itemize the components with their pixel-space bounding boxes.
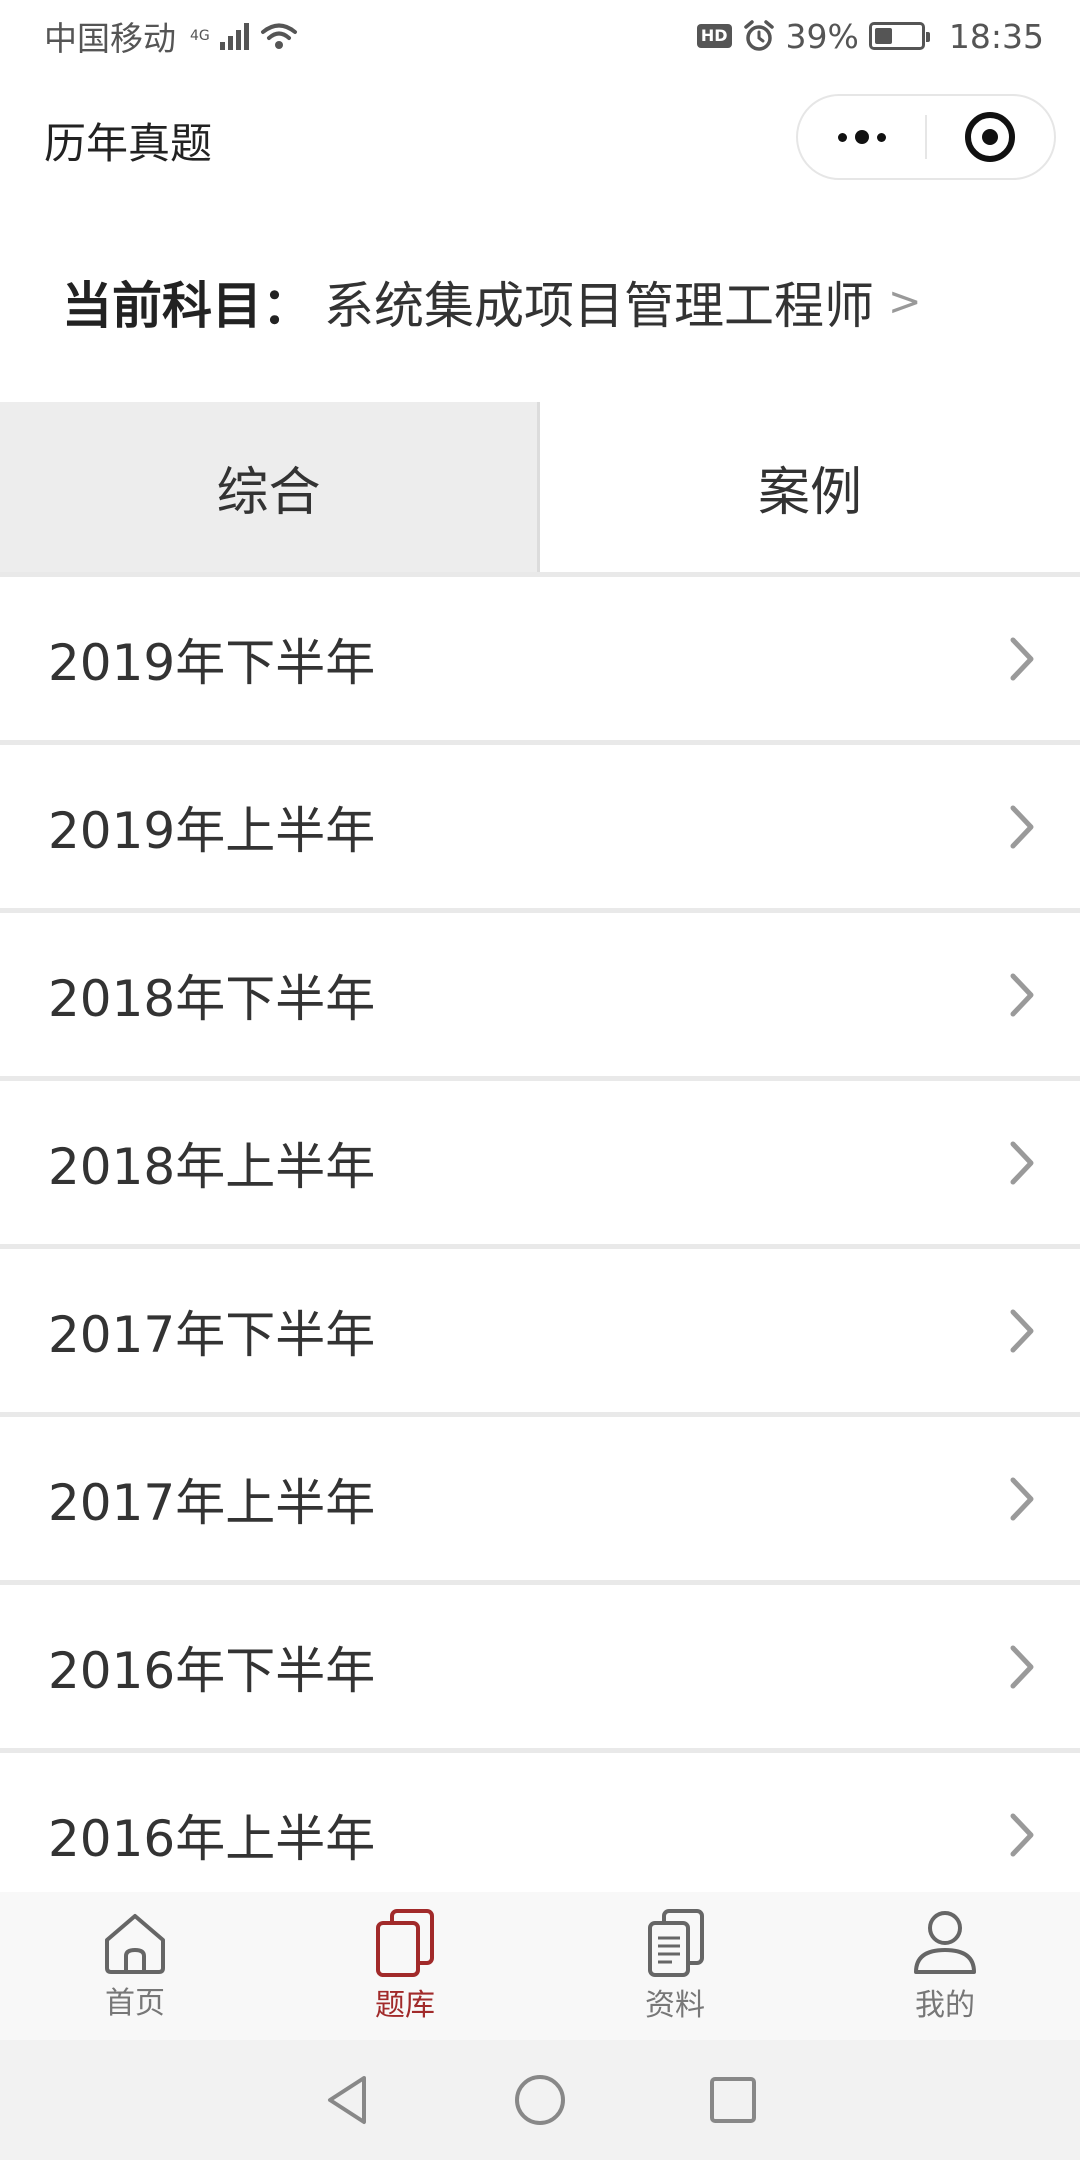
system-navigation-bar <box>0 2040 1080 2160</box>
chevron-right-icon <box>1002 1471 1042 1527</box>
list-item[interactable]: 2016年下半年 <box>0 1580 1080 1748</box>
list-item[interactable]: 2019年上半年 <box>0 740 1080 908</box>
alarm-icon <box>743 20 774 51</box>
mini-program-capsule <box>796 94 1056 180</box>
list-item-label: 2017年上半年 <box>48 1473 376 1532</box>
exam-list: 2019年下半年 2019年上半年 2018年下半年 2018年上半年 2017年下半年… <box>0 572 1080 1916</box>
list-item-label: 2019年上半年 <box>48 801 376 860</box>
tabbar-label: 资料 <box>645 1988 705 2023</box>
chevron-right-icon <box>1002 631 1042 687</box>
chevron-right-icon <box>1002 1303 1042 1359</box>
tab-case-study[interactable]: 案例 <box>540 402 1080 572</box>
status-bar: 中国移动 4G HD 39% 18:35 <box>0 0 1080 72</box>
exam-type-tabs: 综合 案例 <box>0 402 1080 572</box>
list-item[interactable]: 2018年上半年 <box>0 1076 1080 1244</box>
carrier-name: 中国移动 <box>44 19 176 58</box>
target-icon <box>965 112 1016 162</box>
documents-icon <box>648 1909 704 1977</box>
list-item[interactable]: 2017年上半年 <box>0 1412 1080 1580</box>
subject-label: 当前科目： <box>62 277 312 335</box>
wifi-icon <box>260 23 297 49</box>
network-type: 4G <box>190 28 210 44</box>
battery-icon <box>868 22 930 50</box>
tabbar-label: 题库 <box>375 1988 435 2023</box>
back-icon[interactable] <box>322 2072 372 2128</box>
tabbar-item-home[interactable]: 首页 <box>0 1892 270 2040</box>
subject-value: 系统集成项目管理工程师 <box>324 277 874 335</box>
list-item-label: 2018年上半年 <box>48 1137 376 1196</box>
list-item[interactable]: 2019年下半年 <box>0 572 1080 740</box>
subject-selector[interactable]: 当前科目： 系统集成项目管理工程师 > <box>62 262 922 342</box>
battery-fill <box>874 28 893 44</box>
list-item-label: 2017年下半年 <box>48 1305 376 1364</box>
navigation-bar: 历年真题 <box>0 72 1080 208</box>
user-icon <box>914 1911 976 1974</box>
list-item-label: 2018年下半年 <box>48 969 376 1028</box>
list-item[interactable]: 2018年下半年 <box>0 908 1080 1076</box>
home-circle-icon[interactable] <box>512 2072 568 2128</box>
chevron-right-icon <box>1002 1135 1042 1191</box>
chevron-right-icon <box>1002 967 1042 1023</box>
hd-badge: HD <box>696 24 732 48</box>
battery-percent: 39% <box>785 16 859 56</box>
tabbar-label: 首页 <box>105 1986 165 2021</box>
status-left: 中国移动 4G <box>44 12 299 60</box>
question-bank-icon <box>376 1909 434 1977</box>
tabbar-item-mine[interactable]: 我的 <box>810 1892 1080 2040</box>
tabbar-item-documents[interactable]: 资料 <box>540 1892 810 2040</box>
page-title: 历年真题 <box>44 118 213 168</box>
chevron-right-icon <box>1002 1807 1042 1863</box>
list-item[interactable]: 2017年下半年 <box>0 1244 1080 1412</box>
recent-apps-icon[interactable] <box>708 2075 758 2125</box>
close-mini-program-button[interactable] <box>927 96 1054 178</box>
list-item-label: 2016年上半年 <box>48 1809 376 1868</box>
more-button[interactable] <box>798 96 925 178</box>
clock: 18:35 <box>948 16 1044 56</box>
more-dots-icon <box>837 130 886 144</box>
bottom-tab-bar: 首页 题库 资料 我的 <box>0 1892 1080 2040</box>
home-icon <box>105 1914 165 1974</box>
signal-icon <box>219 22 249 50</box>
subject-arrow-icon: > <box>888 279 922 325</box>
tabbar-label: 我的 <box>915 1988 975 2023</box>
list-item[interactable]: 2016年上半年 <box>0 1748 1080 1916</box>
list-item-label: 2016年下半年 <box>48 1641 376 1700</box>
chevron-right-icon <box>1002 1639 1042 1695</box>
status-right: HD 39% 18:35 <box>696 16 1044 56</box>
tab-comprehensive[interactable]: 综合 <box>0 402 540 572</box>
tabbar-item-question-bank[interactable]: 题库 <box>270 1892 540 2040</box>
list-item-label: 2019年下半年 <box>48 633 376 692</box>
chevron-right-icon <box>1002 799 1042 855</box>
